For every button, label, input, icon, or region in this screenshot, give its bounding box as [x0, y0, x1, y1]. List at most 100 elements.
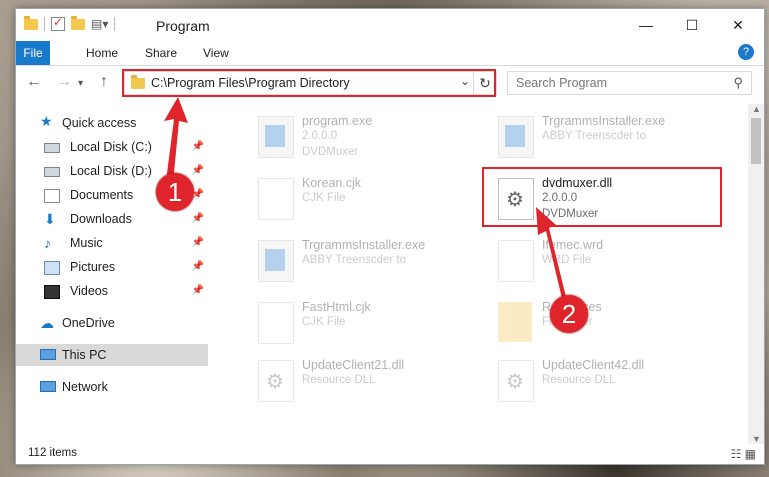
file-item[interactable]: TrgrammsInstaller.exe ABBY Treenscder to	[246, 234, 486, 290]
recent-locations-icon[interactable]: ▾	[78, 78, 83, 89]
sidebar-item-videos[interactable]: Videos 📌	[16, 280, 208, 302]
back-arrow-icon[interactable]: ←	[26, 73, 42, 91]
sidebar-item-music[interactable]: ♪ Music 📌	[16, 232, 208, 254]
search-placeholder: Search Program	[516, 76, 608, 90]
file-description: ABBY Treenscder to	[542, 130, 646, 142]
file-type: CJK File	[302, 316, 346, 328]
pictures-icon	[44, 261, 60, 275]
music-icon: ♪	[44, 235, 51, 251]
file-item[interactable]: Resources File folder	[486, 296, 726, 352]
title-bar: ▤▾ Program — ☐ ✕	[16, 9, 764, 41]
file-item[interactable]: Ifemec.wrd WRD File	[486, 234, 726, 290]
dll-file-icon	[498, 360, 534, 402]
sidebar-item-label: Network	[62, 380, 108, 394]
document-file-icon	[258, 178, 294, 220]
file-item[interactable]: UpdateClient21.dll Resource DLL	[246, 354, 486, 410]
folder-icon	[498, 302, 532, 342]
search-icon[interactable]: ⚲	[733, 75, 743, 91]
up-arrow-icon[interactable]: ↑	[100, 73, 108, 91]
properties-icon[interactable]	[51, 15, 65, 31]
file-item[interactable]: program.exe 2.0.0.0 DVDMuxer	[246, 110, 486, 166]
navigation-pane: ★ Quick access Local Disk (C:) 📌 Local D…	[16, 104, 212, 444]
sidebar-item-this-pc[interactable]: This PC	[16, 344, 208, 366]
help-icon[interactable]: ?	[738, 44, 754, 60]
sidebar-item-label: This PC	[62, 348, 107, 362]
pin-icon[interactable]: 📌	[192, 280, 204, 302]
minimize-button[interactable]: —	[624, 13, 668, 37]
sidebar-item-local-disk-c[interactable]: Local Disk (C:) 📌	[16, 136, 208, 158]
scroll-thumb[interactable]	[751, 118, 761, 164]
step-2-badge: 2	[550, 295, 588, 333]
drive-icon	[44, 167, 60, 177]
exe-file-icon	[258, 240, 294, 282]
file-version: 2.0.0.0	[302, 130, 338, 142]
document-file-icon	[498, 240, 534, 282]
sidebar-item-label: Documents	[70, 188, 134, 202]
pin-icon[interactable]: 📌	[192, 136, 204, 158]
customize-dropdown-icon[interactable]: ▤▾	[91, 17, 108, 31]
folder-icon[interactable]	[24, 15, 38, 30]
file-highlight	[482, 167, 722, 227]
download-icon: ⬇	[44, 211, 56, 227]
search-input[interactable]: Search Program ⚲	[507, 71, 752, 95]
documents-icon	[44, 189, 60, 203]
tab-share[interactable]: Share	[135, 41, 187, 65]
exe-file-icon	[498, 116, 534, 158]
new-folder-icon[interactable]	[71, 15, 85, 30]
close-button[interactable]: ✕	[716, 13, 760, 37]
pin-icon[interactable]: 📌	[192, 208, 204, 230]
file-type: WRD File	[542, 254, 592, 266]
star-icon: ★	[40, 113, 53, 129]
file-item[interactable]: FastHtml.cjk CJK File	[246, 296, 486, 352]
sidebar-item-onedrive[interactable]: ☁ OneDrive	[16, 312, 208, 334]
file-item[interactable]: TrgrammsInstaller.exe ABBY Treenscder to	[486, 110, 726, 166]
file-name: Korean.cjk	[302, 176, 362, 190]
quick-access-toolbar: ▤▾	[24, 15, 116, 31]
scroll-down-icon[interactable]: ▼	[752, 434, 761, 444]
document-file-icon	[258, 302, 294, 344]
vertical-scrollbar[interactable]: ▲ ▼	[748, 104, 764, 444]
sidebar-item-pictures[interactable]: Pictures 📌	[16, 256, 208, 278]
address-bar-highlight	[122, 69, 496, 97]
file-description: DVDMuxer	[302, 146, 359, 158]
sidebar-item-label: Music	[70, 236, 103, 250]
view-toggle-icons[interactable]: ☷ ▦	[731, 447, 756, 461]
file-type: Resource DLL	[302, 374, 376, 386]
item-count: 112 items	[28, 447, 78, 459]
sidebar-item-label: Local Disk (D:)	[70, 164, 152, 178]
file-type: CJK File	[302, 192, 346, 204]
tab-file[interactable]: File	[16, 41, 50, 65]
dll-file-icon	[258, 360, 294, 402]
pin-icon[interactable]: 📌	[192, 256, 204, 278]
network-icon	[40, 381, 56, 392]
sidebar-item-network[interactable]: Network	[16, 376, 208, 398]
sidebar-item-label: Quick access	[62, 116, 137, 130]
sidebar-item-downloads[interactable]: ⬇ Downloads 📌	[16, 208, 208, 230]
step-1-badge: 1	[156, 173, 194, 211]
scroll-up-icon[interactable]: ▲	[752, 104, 761, 114]
pin-icon[interactable]: 📌	[192, 232, 204, 254]
file-name: program.exe	[302, 114, 373, 128]
tab-view[interactable]: View	[193, 41, 239, 65]
sidebar-item-label: Pictures	[70, 260, 116, 274]
file-name: FastHtml.cjk	[302, 300, 371, 314]
file-item[interactable]: Korean.cjk CJK File	[246, 172, 486, 228]
ribbon-tabs: File Home Share View ?	[16, 41, 764, 66]
maximize-button[interactable]: ☐	[670, 13, 714, 37]
sidebar-item-label: OneDrive	[62, 316, 115, 330]
explorer-window: ▤▾ Program — ☐ ✕ File Home Share View ? …	[15, 8, 765, 465]
tab-home[interactable]: Home	[76, 41, 128, 65]
file-name: UpdateClient21.dll	[302, 358, 405, 372]
exe-file-icon	[258, 116, 294, 158]
pin-icon[interactable]: 📌	[192, 160, 204, 182]
divider	[114, 17, 116, 31]
forward-arrow-icon[interactable]: →	[56, 73, 72, 91]
file-list: program.exe 2.0.0.0 DVDMuxer TrgrammsIns…	[226, 104, 746, 444]
status-bar: 112 items ☷ ▦	[16, 444, 764, 464]
file-item[interactable]: UpdateClient42.dll Resource DLL	[486, 354, 726, 410]
file-name: UpdateClient42.dll	[542, 358, 645, 372]
file-type: Resource DLL	[542, 374, 616, 386]
drive-icon	[44, 143, 60, 153]
sidebar-item-quick-access[interactable]: ★ Quick access	[16, 112, 208, 134]
file-name: TrgrammsInstaller.exe	[302, 238, 426, 252]
